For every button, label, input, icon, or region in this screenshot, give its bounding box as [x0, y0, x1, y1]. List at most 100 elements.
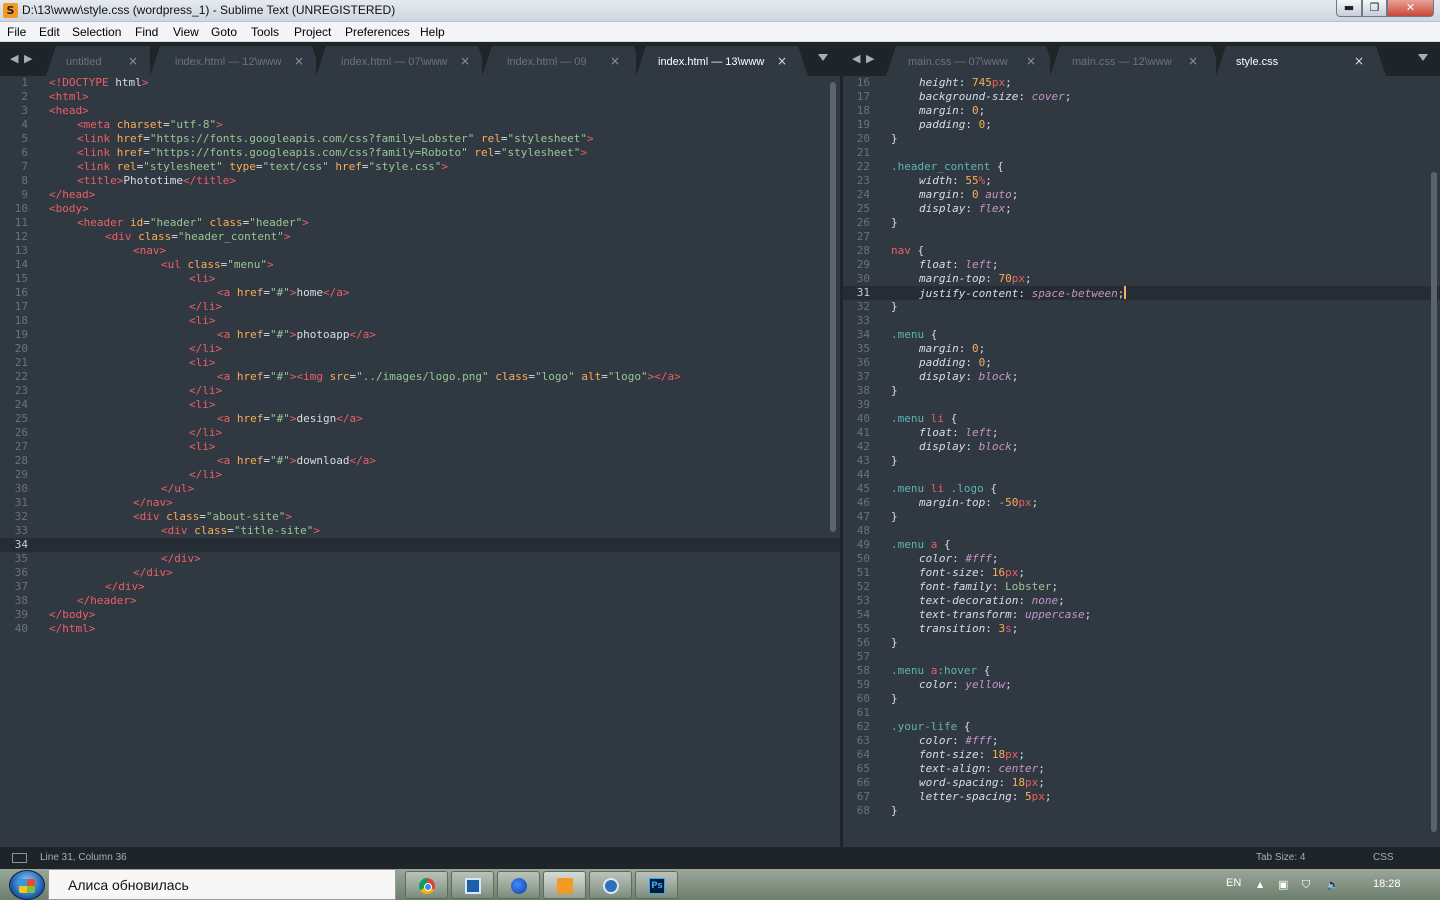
code-line[interactable]: 68} — [843, 804, 1440, 818]
code-line[interactable]: 36 </div> — [0, 566, 840, 580]
editor-pane-css[interactable]: 16 height: 745px; 17 background-size: cover… — [843, 76, 1440, 847]
code-view-css[interactable]: 16 height: 745px; 17 background-size: cover… — [843, 76, 1440, 818]
code-line[interactable]: 28 <a href="#">download</a> — [0, 454, 840, 468]
code-line[interactable]: 53 text-decoration: none; — [843, 594, 1440, 608]
menu-help[interactable]: Help — [420, 25, 445, 39]
code-line[interactable]: 10 <body> — [0, 202, 840, 216]
code-line[interactable]: 58 .menu a:hover { — [843, 664, 1440, 678]
code-line[interactable]: 26} — [843, 216, 1440, 230]
code-line[interactable]: 20 </li> — [0, 342, 840, 356]
code-line[interactable]: 37 display: block; — [843, 370, 1440, 384]
tab-next-icon[interactable]: ▶ — [24, 52, 32, 65]
code-line[interactable]: 37 </div> — [0, 580, 840, 594]
code-line[interactable]: 40 </html> — [0, 622, 840, 636]
close-button[interactable]: ✕ — [1387, 0, 1434, 17]
code-line[interactable]: 48 — [843, 524, 1440, 538]
code-line[interactable]: 38 </header> — [0, 594, 840, 608]
taskbar-app-firefox[interactable] — [497, 871, 540, 899]
menu-selection[interactable]: Selection — [72, 25, 121, 39]
code-line[interactable]: 66 word-spacing: 18px; — [843, 776, 1440, 790]
code-line[interactable]: 18 margin: 0; — [843, 104, 1440, 118]
code-line[interactable]: 29 </li> — [0, 468, 840, 482]
code-line[interactable]: 14 <ul class="menu"> — [0, 258, 840, 272]
tab-next-icon[interactable]: ▶ — [866, 52, 874, 65]
code-line[interactable]: 4 <meta charset="utf-8"> — [0, 118, 840, 132]
menu-preferences[interactable]: Preferences — [345, 25, 410, 39]
taskbar-app-chrome[interactable] — [405, 871, 448, 899]
tab-style-css-active[interactable]: style.css × — [1216, 46, 1386, 76]
code-line[interactable]: 16 <a href="#">home</a> — [0, 286, 840, 300]
scrollbar-thumb[interactable] — [1431, 172, 1437, 832]
maximize-button[interactable]: ❐ — [1362, 0, 1387, 17]
minimize-button[interactable]: ▬ — [1336, 0, 1362, 17]
code-line[interactable]: 55 transition: 3s; — [843, 622, 1440, 636]
code-line[interactable]: 43} — [843, 454, 1440, 468]
code-line[interactable]: 31 justify-content: space-between; — [843, 286, 1440, 300]
code-line[interactable]: 54 text-transform: uppercase; — [843, 608, 1440, 622]
code-line[interactable]: 62 .your-life { — [843, 720, 1440, 734]
code-line[interactable]: 16 height: 745px; — [843, 76, 1440, 90]
taskbar-app-photoshop[interactable]: Ps — [635, 871, 678, 899]
code-view-html[interactable]: 1 <!DOCTYPE html> 2 <html> 3 <head> 4 <meta cha… — [0, 76, 840, 636]
code-line[interactable]: 44 — [843, 468, 1440, 482]
code-line[interactable]: 23 width: 55%; — [843, 174, 1440, 188]
code-line[interactable]: 33 — [843, 314, 1440, 328]
tab-prev-icon[interactable]: ◀ — [852, 52, 860, 65]
code-line[interactable]: 63 color: #fff; — [843, 734, 1440, 748]
tab-close-icon[interactable]: × — [128, 54, 138, 68]
menu-tools[interactable]: Tools — [251, 25, 279, 39]
shield-icon[interactable]: ⛉ — [1302, 878, 1310, 892]
tab-close-icon[interactable]: × — [1354, 54, 1364, 68]
tab-size-indicator[interactable]: Tab Size: 4 — [1256, 852, 1305, 863]
code-line[interactable]: 35 </div> — [0, 552, 840, 566]
code-line[interactable]: 1 <!DOCTYPE html> — [0, 76, 840, 90]
code-line[interactable]: 34 .menu { — [843, 328, 1440, 342]
code-line[interactable]: 15 <li> — [0, 272, 840, 286]
code-line[interactable]: 34 — [0, 538, 840, 552]
code-line[interactable]: 60} — [843, 692, 1440, 706]
tab-close-icon[interactable]: × — [1188, 54, 1198, 68]
network-icon[interactable]: ▣ — [1278, 878, 1288, 891]
language-indicator[interactable]: EN — [1226, 877, 1241, 889]
code-line[interactable]: 50 color: #fff; — [843, 552, 1440, 566]
code-line[interactable]: 8 <title>Phototime</title> — [0, 174, 840, 188]
taskbar-app-sublime[interactable] — [543, 871, 586, 899]
code-line[interactable]: 36 padding: 0; — [843, 356, 1440, 370]
code-line[interactable]: 56} — [843, 636, 1440, 650]
code-line[interactable]: 18 <li> — [0, 314, 840, 328]
code-line[interactable]: 17 background-size: cover; — [843, 90, 1440, 104]
code-line[interactable]: 45 .menu li .logo { — [843, 482, 1440, 496]
menu-find[interactable]: Find — [135, 25, 158, 39]
code-line[interactable]: 30 </ul> — [0, 482, 840, 496]
menu-view[interactable]: View — [173, 25, 199, 39]
code-line[interactable]: 13 <nav> — [0, 244, 840, 258]
code-line[interactable]: 6 <link href="https://fonts.googleapis.co… — [0, 146, 840, 160]
menu-file[interactable]: File — [7, 25, 26, 39]
tab-index-13-active[interactable]: index.html — 13\www × — [636, 46, 808, 76]
syntax-indicator[interactable]: CSS — [1373, 852, 1394, 863]
code-line[interactable]: 20} — [843, 132, 1440, 146]
code-line[interactable]: 17 </li> — [0, 300, 840, 314]
code-line[interactable]: 7 <link rel="stylesheet" type="text/css" … — [0, 160, 840, 174]
tab-main-css-12[interactable]: main.css — 12\www × — [1050, 46, 1222, 76]
code-line[interactable]: 19 padding: 0; — [843, 118, 1440, 132]
tab-main-css-07[interactable]: main.css — 07\www × — [886, 46, 1056, 76]
menu-edit[interactable]: Edit — [39, 25, 60, 39]
volume-icon[interactable]: 🔈 — [1326, 878, 1340, 891]
code-line[interactable]: 67 letter-spacing: 5px; — [843, 790, 1440, 804]
tab-index-12[interactable]: index.html — 12\www × — [150, 46, 322, 76]
code-line[interactable]: 3 <head> — [0, 104, 840, 118]
code-line[interactable]: 57 — [843, 650, 1440, 664]
code-line[interactable]: 65 text-align: center; — [843, 762, 1440, 776]
code-line[interactable]: 32 <div class="about-site"> — [0, 510, 840, 524]
code-line[interactable]: 30 margin-top: 70px; — [843, 272, 1440, 286]
code-line[interactable]: 31 </nav> — [0, 496, 840, 510]
code-line[interactable]: 19 <a href="#">photoapp</a> — [0, 328, 840, 342]
taskbar-app-box[interactable] — [589, 871, 632, 899]
code-line[interactable]: 25 <a href="#">design</a> — [0, 412, 840, 426]
code-line[interactable]: 59 color: yellow; — [843, 678, 1440, 692]
code-line[interactable]: 49 .menu a { — [843, 538, 1440, 552]
code-line[interactable]: 32} — [843, 300, 1440, 314]
code-line[interactable]: 27 <li> — [0, 440, 840, 454]
tab-close-icon[interactable]: × — [294, 54, 304, 68]
